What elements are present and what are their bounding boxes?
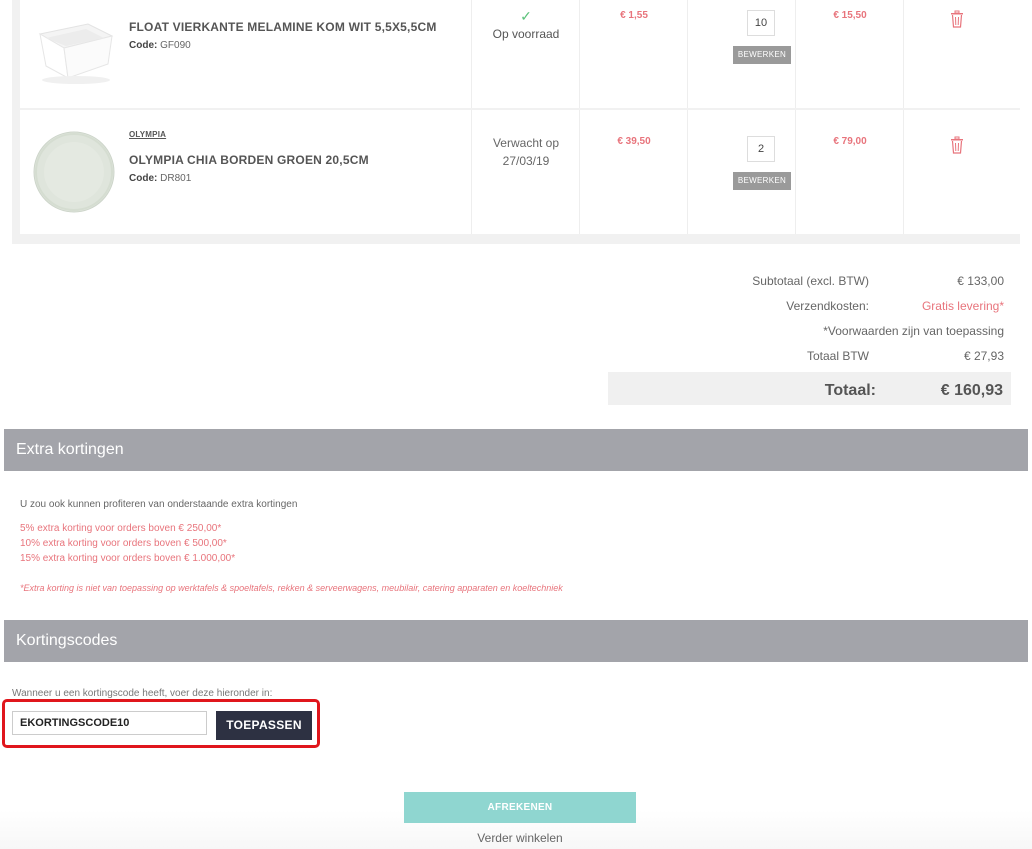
vat-value: € 27,93 (963, 349, 1004, 363)
vat-label: Totaal BTW (806, 349, 869, 363)
line-total-cell: € 15,50 (795, 0, 904, 108)
cart-row: FLOAT VIERKANTE MELAMINE KOM WIT 5,5X5,5… (20, 0, 1026, 108)
discount-exclusion-note: *Extra korting is niet van toepassing op… (20, 583, 563, 593)
discount-tier: 5% extra korting voor orders boven € 250… (20, 523, 222, 534)
cart-row: OLYMPIA OLYMPIA CHIA BORDEN GROEN 20,5CM… (20, 110, 1026, 234)
edit-button[interactable]: BEWERKEN (733, 172, 791, 190)
product-name[interactable]: FLOAT VIERKANTE MELAMINE KOM WIT 5,5X5,5… (129, 20, 437, 34)
quantity-input[interactable]: 10 (747, 10, 775, 36)
product-cell: FLOAT VIERKANTE MELAMINE KOM WIT 5,5X5,5… (20, 0, 470, 108)
coupon-intro: Wanneer u een kortingscode heeft, voer d… (12, 688, 273, 699)
check-icon: ✓ (520, 8, 532, 24)
continue-shopping-link[interactable]: Verder winkelen (404, 831, 636, 845)
stock-status: Op voorraad (492, 27, 560, 41)
line-total: € 15,50 (833, 10, 867, 21)
product-cell: OLYMPIA OLYMPIA CHIA BORDEN GROEN 20,5CM… (20, 110, 470, 234)
subtotal-label: Subtotaal (excl. BTW) (752, 274, 869, 288)
trash-icon[interactable] (950, 136, 964, 154)
cart-table: FLOAT VIERKANTE MELAMINE KOM WIT 5,5X5,5… (12, 0, 1026, 244)
delete-cell (903, 110, 1020, 234)
stock-status: Verwacht op 27/03/19 (492, 136, 560, 168)
quantity-input[interactable]: 2 (747, 136, 775, 162)
price-cell: € 1,55 (579, 0, 688, 108)
total-value: € 160,93 (940, 382, 1003, 399)
stock-cell: Verwacht op 27/03/19 (471, 110, 580, 234)
line-total-cell: € 79,00 (795, 110, 904, 234)
coupon-codes-header: Kortingscodes (4, 620, 1028, 662)
product-image-square-bowl[interactable] (28, 6, 118, 92)
unit-price: € 1,55 (620, 10, 648, 21)
quantity-cell: 10 BEWERKEN (687, 0, 796, 108)
brand-link[interactable]: OLYMPIA (129, 130, 166, 139)
total-label: Totaal: (824, 382, 876, 399)
stock-cell: ✓ Op voorraad (471, 0, 580, 108)
edit-button[interactable]: BEWERKEN (733, 46, 791, 64)
subtotal-value: € 133,00 (957, 274, 1004, 288)
conditions-note: *Voorwaarden zijn van toepassing (823, 324, 1004, 338)
checkout-button[interactable]: AFREKENEN (404, 792, 636, 823)
unit-price: € 39,50 (617, 136, 651, 147)
shipping-value: Gratis levering* (921, 299, 1004, 313)
line-total: € 79,00 (833, 136, 867, 147)
extra-discounts-intro: U zou ook kunnen profiteren van ondersta… (20, 499, 298, 510)
price-cell: € 39,50 (579, 110, 688, 234)
trash-icon[interactable] (950, 10, 964, 28)
shipping-label: Verzendkosten: (786, 299, 869, 313)
coupon-code-input[interactable]: EKORTINGSCODE10 (12, 711, 207, 735)
product-image-green-plate[interactable] (30, 130, 120, 216)
delete-cell (903, 0, 1020, 108)
apply-coupon-button[interactable]: TOEPASSEN (216, 711, 312, 740)
product-code: Code: DR801 (129, 173, 192, 184)
discount-tier: 10% extra korting voor orders boven € 50… (20, 538, 227, 549)
discount-tier: 15% extra korting voor orders boven € 1.… (20, 553, 236, 564)
product-code: Code: GF090 (129, 40, 191, 51)
product-name[interactable]: OLYMPIA CHIA BORDEN GROEN 20,5CM (129, 153, 369, 167)
quantity-cell: 2 BEWERKEN (687, 110, 796, 234)
grand-total-row: Totaal: € 160,93 (608, 372, 1011, 405)
extra-discounts-header: Extra kortingen (4, 429, 1028, 471)
